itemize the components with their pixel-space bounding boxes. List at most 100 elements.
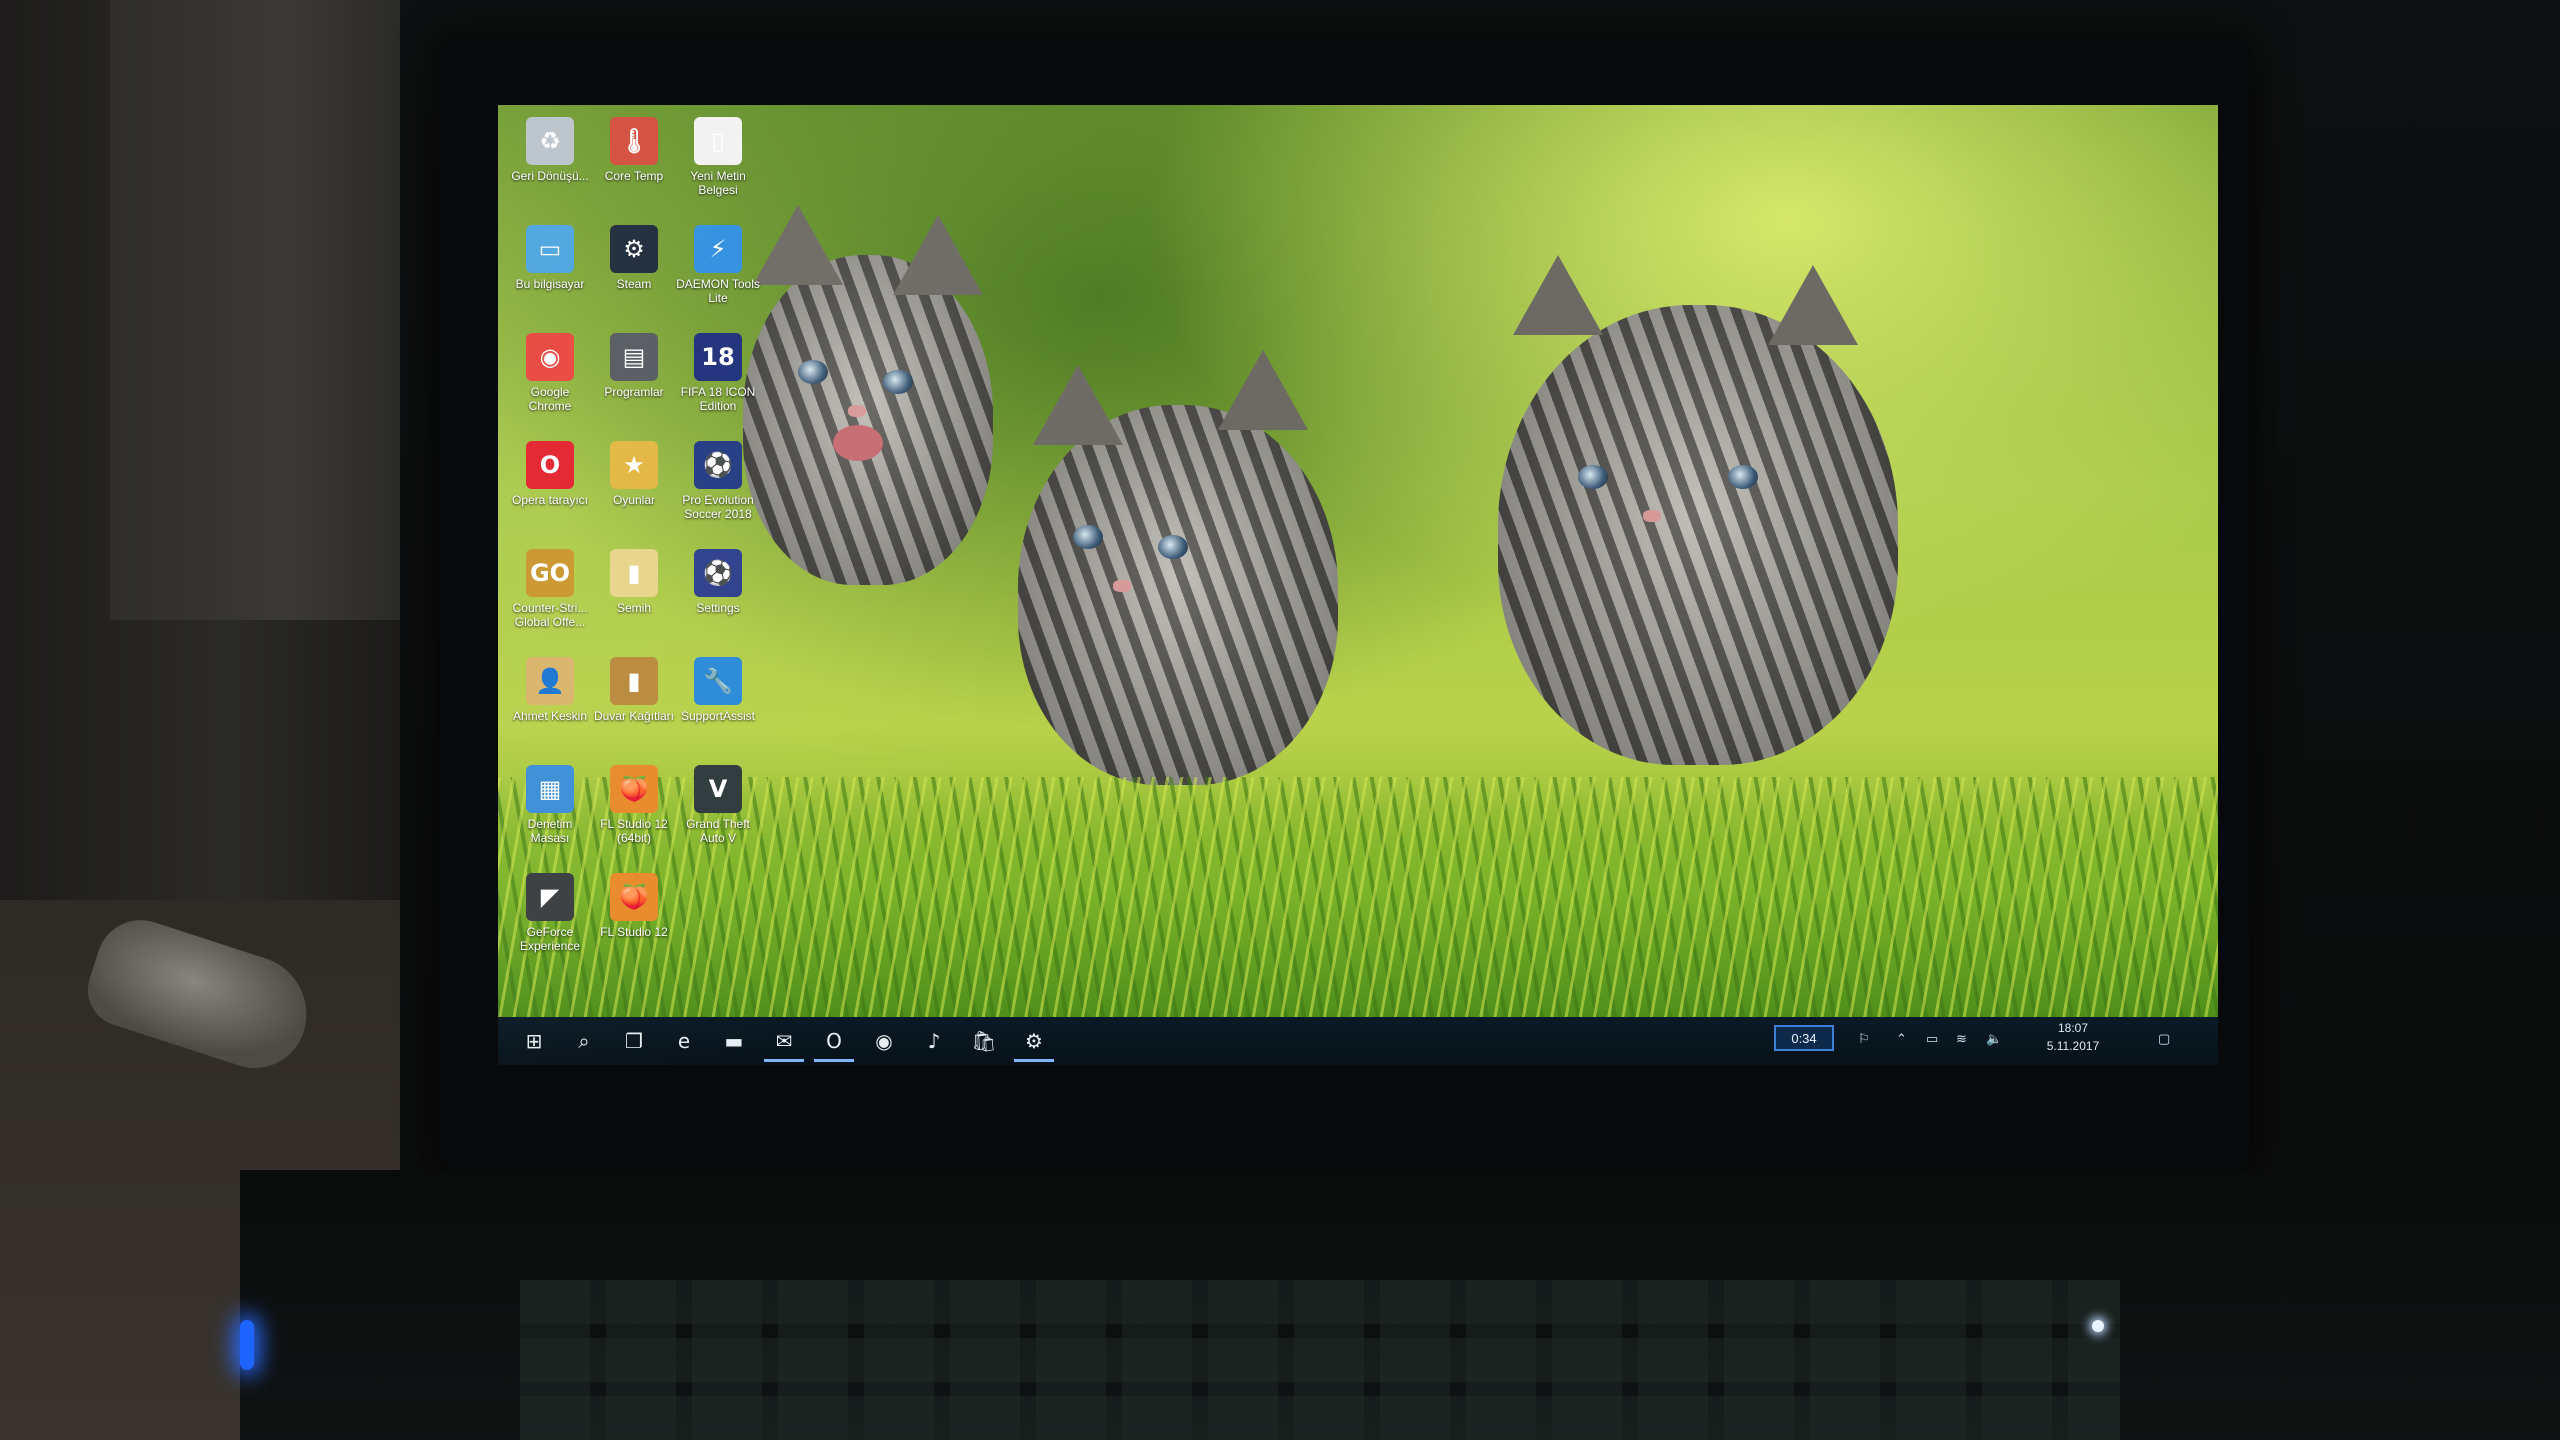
keyboard-keys (520, 1280, 2120, 1440)
desktop-shortcut[interactable]: 🍑 FL Studio 12 (592, 869, 676, 973)
desktop-screen[interactable]: ♻ Geri Dönüşü... 🌡 Core Temp ▯ Yeni Metin Bel… (498, 105, 2218, 1065)
desktop-shortcut[interactable]: ⚽ Settings (676, 545, 760, 649)
people-icon[interactable]: ⚐ (1858, 1031, 1870, 1047)
desktop-shortcut-label: Settings (696, 601, 740, 615)
desktop-shortcut-label: Google Chrome (528, 385, 572, 413)
file-explorer-icon[interactable]: ▬ (714, 1023, 754, 1059)
desktop-shortcut-label: Pro Evolution Soccer 2018 (682, 493, 754, 521)
desktop-shortcut[interactable]: ▭ Bu bilgisayar (508, 221, 592, 325)
desktop-shortcut-label: Denetim Masası (527, 817, 573, 845)
desktop-shortcut-label: Opera tarayıcı (511, 493, 589, 507)
games-star-icon: ★ (610, 441, 658, 489)
chrome-taskbar-icon[interactable]: ◉ (864, 1023, 904, 1059)
action-center-icon[interactable]: ▢ (2158, 1031, 2170, 1047)
desktop-shortcut-label: Grand Theft Auto V (686, 817, 750, 845)
door (110, 0, 416, 620)
desktop-icon-grid: ♻ Geri Dönüşü... 🌡 Core Temp ▯ Yeni Metin Bel… (508, 105, 760, 965)
power-led (240, 1320, 254, 1370)
desktop-shortcut-label: SupportAssist (680, 709, 756, 723)
search-icon[interactable]: ⌕ (564, 1023, 604, 1059)
battery-icon[interactable]: ▭ (1926, 1031, 1938, 1047)
clock-date: 5.11.2017 (2046, 1039, 2100, 1053)
desktop-shortcut-label: Geri Dönüşü... (511, 169, 589, 183)
desktop-shortcut-label: Yeni Metin Belgesi (690, 169, 746, 197)
opera-icon: O (526, 441, 574, 489)
wallpaper-folder-icon: ▮ (610, 657, 658, 705)
desktop-shortcut-label: Ahmet Keskin (512, 709, 588, 723)
csgo-icon: GO (526, 549, 574, 597)
status-led (2092, 1320, 2104, 1332)
desktop-shortcut-label: Bu bilgisayar (515, 277, 585, 291)
desktop-shortcut-label: Counter-Stri... Global Offe... (512, 601, 588, 629)
desktop-shortcut-label: Duvar Kağıtları (593, 709, 675, 723)
store-icon[interactable]: 🛍 (964, 1023, 1004, 1059)
task-view-icon[interactable]: ❐ (614, 1023, 654, 1059)
desktop-shortcut[interactable]: 18 FIFA 18 ICON Edition (676, 329, 760, 433)
core-temp-icon: 🌡 (610, 117, 658, 165)
desktop-shortcut[interactable]: 🌡 Core Temp (592, 113, 676, 217)
desktop-shortcut[interactable]: ▤ Programlar (592, 329, 676, 433)
taskbar-clock[interactable]: 18:07 5.11.2017 (2028, 1019, 2118, 1055)
desktop-shortcut-label: FL Studio 12 (600, 925, 668, 939)
folder-programs-icon: ▤ (610, 333, 658, 381)
desktop-shortcut[interactable]: ◉ Google Chrome (508, 329, 592, 433)
daemon-tools-icon: ⚡ (694, 225, 742, 273)
edge-icon[interactable]: e (664, 1023, 704, 1059)
fl-studio-taskbar-icon[interactable]: ♪ (914, 1023, 954, 1059)
wallpaper-kitten-right (1498, 255, 1898, 765)
folder-semih-icon: ▮ (610, 549, 658, 597)
wifi-icon[interactable]: ≋ (1956, 1031, 1967, 1047)
desktop-shortcut-label: Semih (616, 601, 651, 615)
desktop-shortcut[interactable]: ⚡ DAEMON Tools Lite (676, 221, 760, 325)
pes2018-icon: ⚽ (694, 441, 742, 489)
desktop-shortcut[interactable]: ◤ GeForce Experience (508, 869, 592, 973)
desktop-shortcut[interactable]: ★ Oyunlar (592, 437, 676, 541)
desktop-shortcut[interactable]: GO Counter-Stri... Global Offe... (508, 545, 592, 649)
chevron-up-icon[interactable]: ⌃ (1896, 1031, 1907, 1047)
desktop-shortcut[interactable]: ⚙ Steam (592, 221, 676, 325)
fl-studio-icon: 🍑 (610, 873, 658, 921)
clock-time: 18:07 (2057, 1021, 2089, 1035)
this-pc-icon: ▭ (526, 225, 574, 273)
desktop-shortcut[interactable]: 🍑 FL Studio 12 (64bit) (592, 761, 676, 865)
desktop-shortcut-label: DAEMON Tools Lite (676, 277, 760, 305)
desktop-shortcut[interactable]: 👤 Ahmet Keskin (508, 653, 592, 757)
fifa18-icon: 18 (694, 333, 742, 381)
desktop-shortcut-label: FIFA 18 ICON Edition (680, 385, 756, 413)
desktop-shortcut-label: FL Studio 12 (64bit) (600, 817, 668, 845)
desktop-shortcut[interactable]: ▯ Yeni Metin Belgesi (676, 113, 760, 217)
desktop-shortcut-label: Core Temp (604, 169, 664, 183)
settings-gear-icon[interactable]: ⚙ (1014, 1023, 1054, 1062)
control-panel-icon: ▦ (526, 765, 574, 813)
fl-studio-64-icon: 🍑 (610, 765, 658, 813)
geforce-icon: ◤ (526, 873, 574, 921)
desktop-shortcut[interactable]: ▮ Semih (592, 545, 676, 649)
user-folder-icon: 👤 (526, 657, 574, 705)
battery-indicator[interactable]: 0:34 (1774, 1025, 1834, 1051)
desktop-shortcut[interactable]: O Opera tarayıcı (508, 437, 592, 541)
text-document-icon: ▯ (694, 117, 742, 165)
supportassist-icon: 🔧 (694, 657, 742, 705)
volume-icon[interactable]: 🔈 (1986, 1031, 2002, 1047)
start-icon[interactable]: ⊞ (514, 1023, 554, 1059)
desktop-shortcut[interactable]: ♻ Geri Dönüşü... (508, 113, 592, 217)
mail-icon[interactable]: ✉ (764, 1023, 804, 1062)
desktop-shortcut[interactable]: ▦ Denetim Masası (508, 761, 592, 865)
desktop-shortcut-label: Oyunlar (612, 493, 656, 507)
steam-icon: ⚙ (610, 225, 658, 273)
desktop-shortcut[interactable]: V Grand Theft Auto V (676, 761, 760, 865)
gta5-icon: V (694, 765, 742, 813)
opera-taskbar-icon[interactable]: O (814, 1023, 854, 1062)
desktop-shortcut[interactable]: 🔧 SupportAssist (676, 653, 760, 757)
desktop-shortcut-label: GeForce Experience (519, 925, 581, 953)
chrome-icon: ◉ (526, 333, 574, 381)
desktop-shortcut-label: Steam (616, 277, 652, 291)
recycle-bin-icon: ♻ (526, 117, 574, 165)
wallpaper-kitten-middle (1018, 350, 1338, 785)
battery-text: 0:34 (1791, 1030, 1817, 1046)
desktop-shortcut-label: Programlar (604, 385, 664, 399)
wallpaper-kitten-left (743, 205, 993, 585)
desktop-shortcut[interactable]: ▮ Duvar Kağıtları (592, 653, 676, 757)
desktop-shortcut[interactable]: ⚽ Pro Evolution Soccer 2018 (676, 437, 760, 541)
settings-shortcut-icon: ⚽ (694, 549, 742, 597)
